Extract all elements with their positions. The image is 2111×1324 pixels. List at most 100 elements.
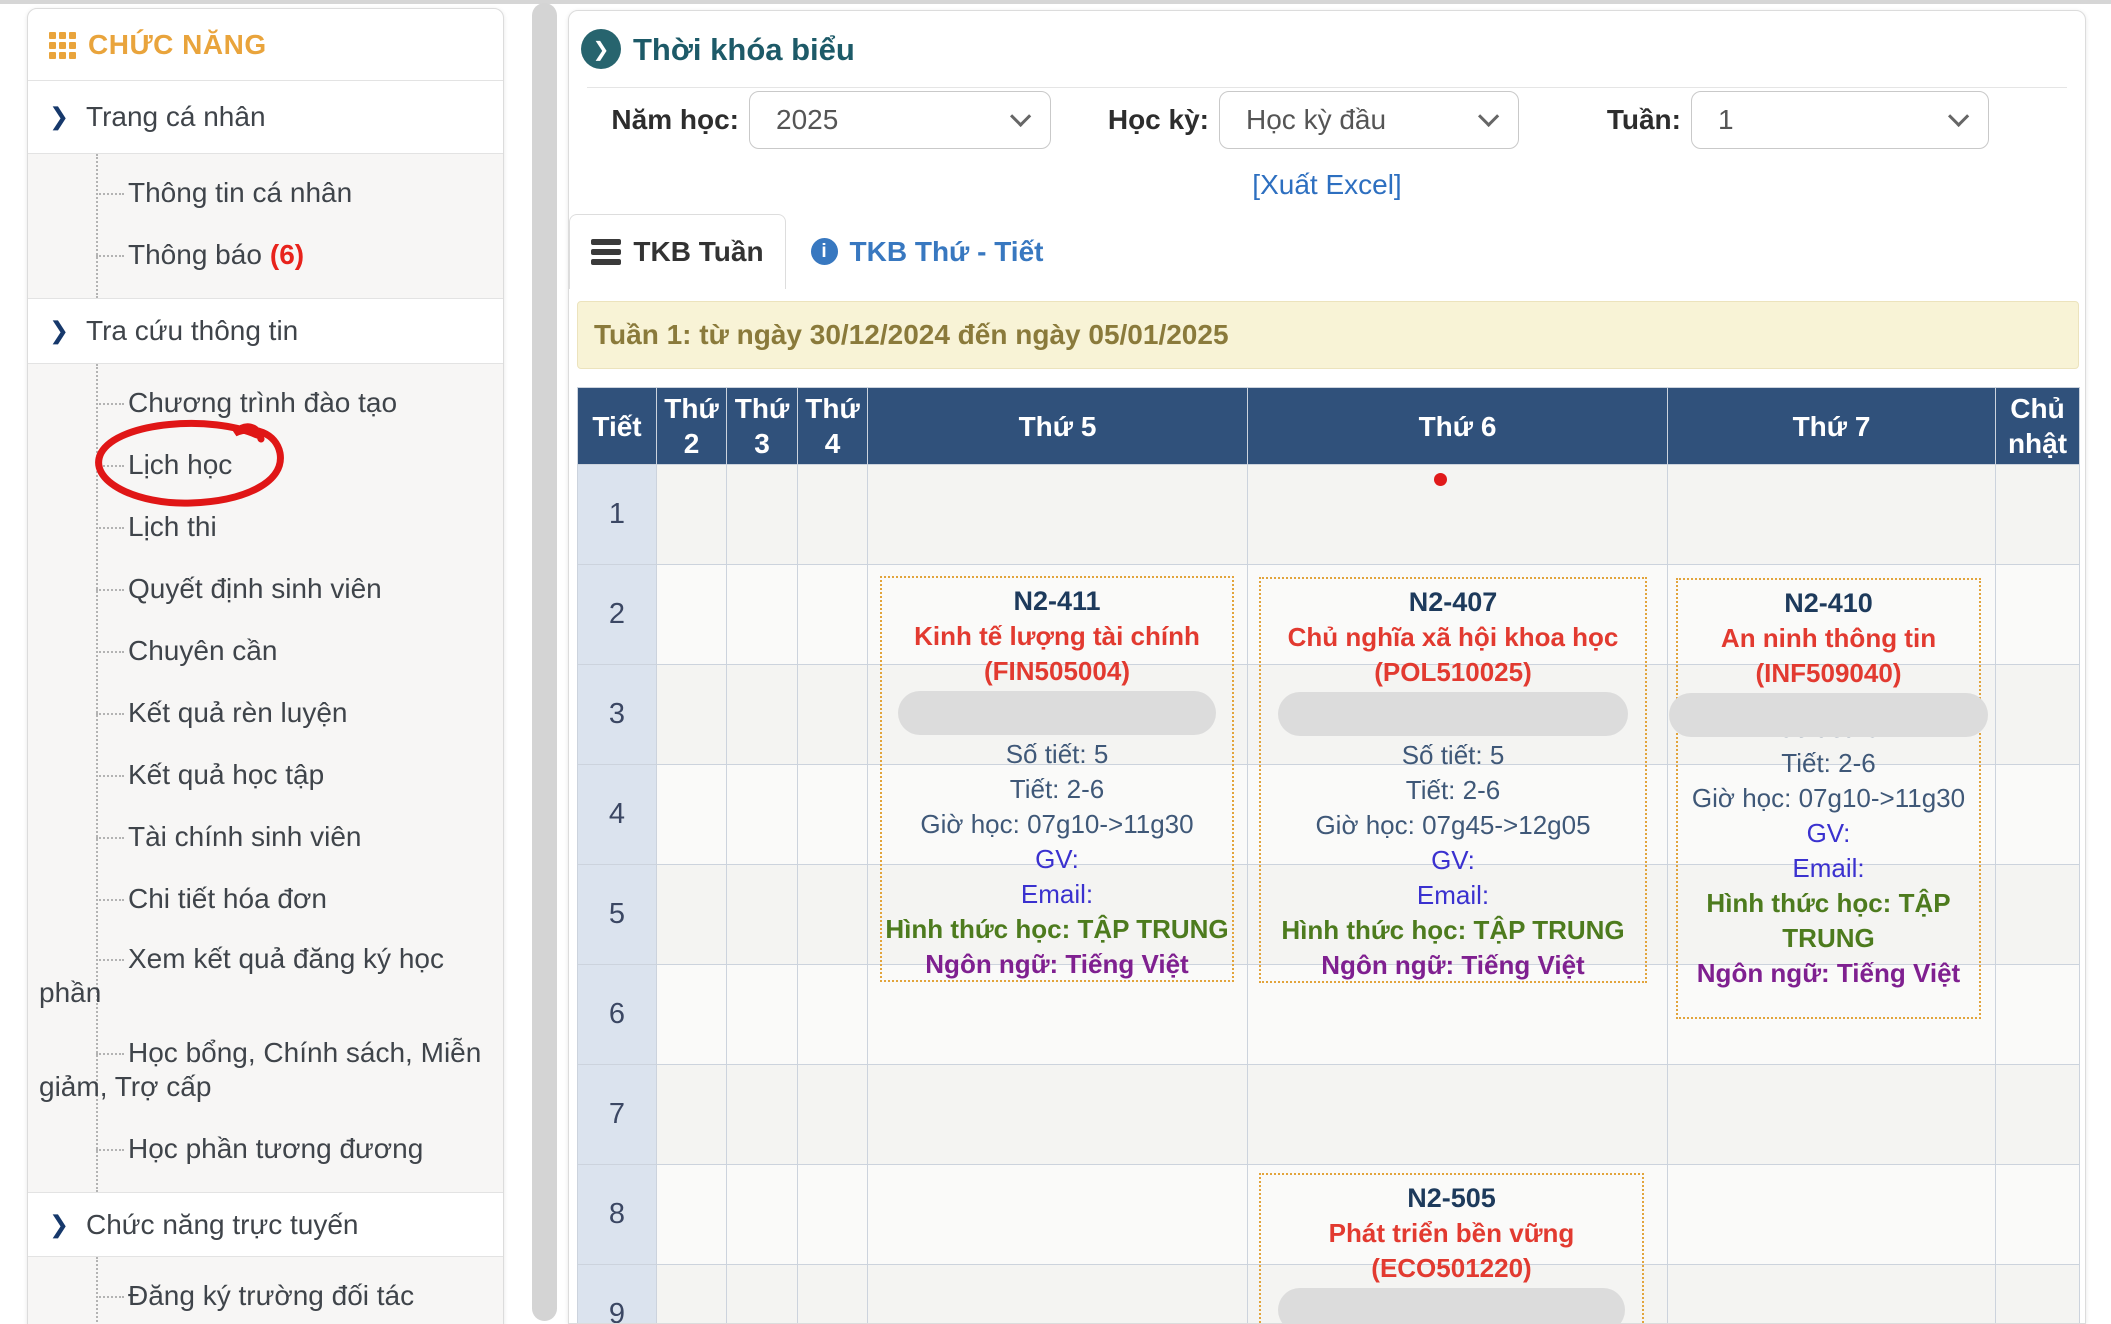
period-number: 7 <box>577 1064 657 1165</box>
redacted-teacher-name <box>1278 1288 1625 1323</box>
room-label: N2-505 <box>1407 1183 1496 1213</box>
period-number: 9 <box>577 1264 657 1323</box>
sidebar-item-hoc-bong-chinh-sach[interactable]: Học bổng, Chính sách, Miễn giảm, Trợ cấp <box>28 1024 503 1118</box>
tuan-select[interactable]: 1 <box>1691 91 1989 149</box>
timetable-cell <box>797 864 868 965</box>
room-label: N2-410 <box>1784 588 1873 618</box>
tab-tkb-thu-tiet[interactable]: i TKB Thứ - Tiết <box>786 214 1068 289</box>
timetable-cell <box>726 1164 798 1265</box>
sidebar-item-ket-qua-ren-luyen[interactable]: Kết quả rèn luyện <box>28 682 503 744</box>
sidebar-title: CHỨC NĂNG <box>88 29 267 60</box>
sidebar-item-ket-qua-hoc-tap[interactable]: Kết quả học tập <box>28 744 503 806</box>
sidebar-item-xem-ket-qua-dang-ky-hoc-phan[interactable]: Xem kết quả đăng ký học phần <box>28 930 503 1024</box>
chevron-right-icon: ❯ <box>49 1211 70 1238</box>
class-card-pol510025: N2-407 Chủ nghĩa xã hội khoa học (POL510… <box>1259 577 1647 983</box>
col-header-chu-nhat: Chủ nhật <box>1995 387 2080 465</box>
vertical-scrollbar[interactable] <box>532 3 557 1321</box>
sidebar-section-chuc-nang-truc-tuyen[interactable]: ❯ Chức năng trực tuyến <box>28 1193 503 1256</box>
red-dot-annotation <box>1434 473 1447 486</box>
class-card-eco501220: N2-505 Phát triển bền vững (ECO501220) <box>1259 1173 1644 1323</box>
sidebar-item-chuong-trinh-dao-tao[interactable]: Chương trình đào tạo <box>28 372 503 434</box>
timetable-cell <box>1995 1264 2080 1323</box>
class-card-inf509040: N2-410 An ninh thông tin (INF509040) Số … <box>1668 578 1989 1019</box>
subject-name: An ninh thông tin <box>1720 623 1937 653</box>
tuan-label: Tuần: <box>1606 104 1681 135</box>
period-number: 8 <box>577 1164 657 1265</box>
redacted-teacher-name <box>1668 693 1989 737</box>
nam-hoc-select[interactable]: 2025 <box>749 91 1051 149</box>
col-header-tiet: Tiết <box>577 387 657 465</box>
sidebar-group: Đăng ký trường đối tác <box>28 1256 503 1324</box>
timetable-cell <box>656 1064 727 1165</box>
timetable-cell <box>1667 1264 1996 1323</box>
timetable-cell <box>1995 864 2080 965</box>
tab-tkb-tuan[interactable]: TKB Tuần <box>569 214 786 289</box>
timetable-cell <box>867 464 1248 565</box>
grid-menu-icon <box>49 32 78 59</box>
sidebar-item-lich-hoc[interactable]: Lịch học <box>28 434 503 496</box>
class-card-fin505004: N2-411 Kinh tế lượng tài chính (FIN50500… <box>880 576 1234 982</box>
hoc-ky-select[interactable]: Học kỳ đầu <box>1219 91 1519 149</box>
sidebar-section-trang-ca-nhan[interactable]: ❯ Trang cá nhân <box>28 81 503 153</box>
gv-link[interactable]: GV: <box>1807 816 1851 851</box>
timetable-cell <box>656 764 727 865</box>
col-header-thu6: Thứ 6 <box>1247 387 1668 465</box>
redacted-teacher-name <box>897 691 1217 735</box>
sidebar-item-lich-thi[interactable]: Lịch thi <box>28 496 503 558</box>
timetable-cell <box>656 864 727 965</box>
col-header-thu7: Thứ 7 <box>1667 387 1996 465</box>
subject-name: Phát triển bền vững <box>1328 1218 1575 1248</box>
sidebar-header: CHỨC NĂNG <box>28 9 503 80</box>
chevron-right-icon: ❯ <box>49 317 70 345</box>
timetable-cell <box>1995 664 2080 765</box>
sidebar-item-chi-tiet-hoa-don[interactable]: Chi tiết hóa đơn <box>28 868 503 930</box>
timetable-cell <box>726 1264 798 1323</box>
export-excel-link[interactable]: [Xuất Excel] <box>569 169 2085 201</box>
page-title: Thời khóa biểu <box>633 32 855 67</box>
email-link[interactable]: Email: <box>1417 878 1489 913</box>
sidebar-item-chuyen-can[interactable]: Chuyên cần <box>28 620 503 682</box>
sidebar-group: Thông tin cá nhân Thông báo (6) <box>28 153 503 299</box>
sidebar-item-thong-bao[interactable]: Thông báo (6) <box>28 224 503 286</box>
period-number: 6 <box>577 964 657 1065</box>
timetable-cell <box>1995 1164 2080 1265</box>
sidebar-item-quyet-dinh-sinh-vien[interactable]: Quyết định sinh viên <box>28 558 503 620</box>
sidebar-item-hoc-phan-tuong-duong[interactable]: Học phần tương đương <box>28 1118 503 1180</box>
timetable-cell <box>1995 964 2080 1065</box>
page: CHỨC NĂNG ❯ Trang cá nhân Thông tin cá n… <box>0 0 2111 1324</box>
email-link[interactable]: Email: <box>1021 877 1093 912</box>
timetable-cell <box>797 564 868 665</box>
chevron-down-icon <box>1010 105 1032 127</box>
sidebar-item-tai-chinh-sinh-vien[interactable]: Tài chính sinh viên <box>28 806 503 868</box>
period-number: 1 <box>577 464 657 565</box>
timetable-cell <box>1995 464 2080 565</box>
sidebar-group: Chương trình đào tạo Lịch học Lịch thi Q… <box>28 363 503 1193</box>
timetable-cell <box>1995 764 2080 865</box>
sidebar-section-tra-cuu-thong-tin[interactable]: ❯ Tra cứu thông tin <box>28 299 503 363</box>
timetable-cell <box>797 464 868 565</box>
subject-code: (ECO501220) <box>1371 1253 1532 1283</box>
col-header-thu5: Thứ 5 <box>867 387 1248 465</box>
timetable-cell <box>1247 1064 1668 1165</box>
timetable-cell <box>867 1064 1248 1165</box>
timetable-cell <box>1667 1164 1996 1265</box>
timetable-cell <box>726 564 798 665</box>
subject-code: (INF509040) <box>1755 658 1902 688</box>
timetable-cell <box>867 1164 1248 1265</box>
window-edge <box>0 0 2111 4</box>
chevron-right-icon: ❯ <box>49 103 70 131</box>
gv-link[interactable]: GV: <box>1035 842 1079 877</box>
hoc-ky-label: Học kỳ: <box>1107 104 1209 135</box>
timetable-cell <box>726 1064 798 1165</box>
timetable-cell <box>726 464 798 565</box>
sidebar-item-dang-ky-truong-doi-tac[interactable]: Đăng ký trường đối tác <box>28 1265 503 1324</box>
timetable-cell <box>656 1164 727 1265</box>
timetable-cell <box>656 664 727 765</box>
period-number: 4 <box>577 764 657 865</box>
room-label: N2-407 <box>1408 587 1498 617</box>
room-label: N2-411 <box>1013 586 1101 616</box>
sidebar-item-thong-tin-ca-nhan[interactable]: Thông tin cá nhân <box>28 162 503 224</box>
notification-count-badge: (6) <box>269 239 305 270</box>
email-link[interactable]: Email: <box>1792 851 1864 886</box>
gv-link[interactable]: GV: <box>1431 843 1475 878</box>
